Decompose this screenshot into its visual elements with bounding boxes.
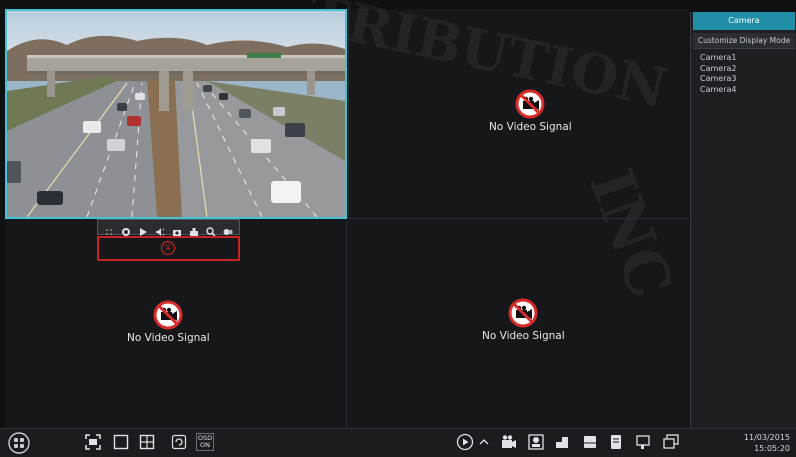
chevron-up-icon (479, 439, 489, 445)
sequence-icon (171, 434, 187, 450)
multi-window-icon (663, 434, 679, 449)
play-circle-icon (456, 433, 474, 451)
zoom-icon[interactable] (205, 222, 216, 237)
hdd-icon (584, 436, 596, 448)
quad-view-button[interactable] (138, 433, 156, 451)
annotation-number: ① (161, 241, 175, 255)
video-tile-camera4[interactable]: No Video Signal (348, 220, 689, 428)
bottom-taskbar: OSD ON 11/03/2015 15:05:20 (0, 428, 796, 457)
sequence-button[interactable] (170, 433, 188, 451)
no-camera-icon (153, 300, 183, 330)
backup-button[interactable] (607, 433, 625, 451)
alarm-icon (528, 434, 544, 450)
expand-toolbar-button[interactable] (478, 433, 490, 451)
backup-icon (611, 435, 621, 449)
camera-list-item[interactable]: Camera4 (700, 85, 796, 96)
playback-button[interactable] (456, 433, 474, 451)
video-tile-camera2[interactable]: No Video Signal (348, 9, 689, 219)
snapshot-all-button[interactable] (553, 433, 571, 451)
info-button[interactable] (662, 433, 680, 451)
manual-alarm-button[interactable] (527, 433, 545, 451)
annotation-highlight-box: ① (97, 236, 240, 261)
no-signal-label: No Video Signal (127, 332, 210, 344)
play-icon[interactable] (138, 222, 148, 236)
clock-date: 11/03/2015 (743, 433, 790, 442)
fullscreen-icon (85, 434, 101, 450)
quad-screen-icon (139, 434, 155, 450)
camera-list-item[interactable]: Camera2 (700, 64, 796, 75)
start-menu-button[interactable] (8, 432, 30, 454)
video-tile-camera1[interactable] (5, 9, 347, 219)
system-clock: 11/03/2015 15:05:20 (744, 432, 790, 454)
panel-title-camera[interactable]: Camera (693, 12, 795, 30)
nvr-live-view: TRIBUTION INC No Video Signal No Video S… (0, 0, 796, 457)
no-signal-indicator: No Video Signal (489, 89, 572, 133)
single-view-button[interactable] (112, 433, 130, 451)
camera-list-item[interactable]: Camera3 (700, 74, 796, 85)
no-signal-label: No Video Signal (482, 330, 565, 342)
camera-quick-toolbar (97, 219, 240, 237)
clock-time: 15:05:20 (754, 444, 790, 453)
manual-record-button[interactable] (500, 433, 518, 451)
camera-list: Camera1 Camera2 Camera3 Camera4 (691, 53, 796, 95)
network-icon (636, 435, 650, 449)
no-signal-label: No Video Signal (489, 121, 572, 133)
highway-video-frame (7, 11, 345, 217)
no-camera-icon (515, 89, 545, 119)
record-icon[interactable] (121, 222, 131, 236)
no-camera-icon (508, 298, 538, 328)
osd-toggle-button[interactable]: OSD ON (196, 433, 214, 451)
customize-display-mode-tab[interactable]: Customize Display Mode (693, 33, 795, 49)
camera-list-item[interactable]: Camera1 (700, 53, 796, 64)
drag-handle-icon[interactable] (104, 222, 114, 235)
disk-info-button[interactable] (581, 433, 599, 451)
ptz-settings-icon[interactable] (223, 222, 233, 235)
no-signal-indicator: No Video Signal (482, 298, 565, 342)
osd-state: ON (200, 441, 210, 449)
record-camera-icon (502, 435, 516, 448)
fullscreen-button[interactable] (84, 433, 102, 451)
start-menu-icon (8, 432, 30, 454)
ptz-icon[interactable] (189, 222, 199, 236)
disk-icon (556, 437, 568, 448)
network-button[interactable] (634, 433, 652, 451)
snapshot-icon[interactable] (172, 222, 182, 236)
no-signal-indicator: No Video Signal (127, 300, 210, 344)
single-screen-icon (113, 434, 129, 450)
camera-panel: Camera Customize Display Mode Camera1 Ca… (690, 12, 796, 428)
audio-icon[interactable] (155, 222, 165, 236)
